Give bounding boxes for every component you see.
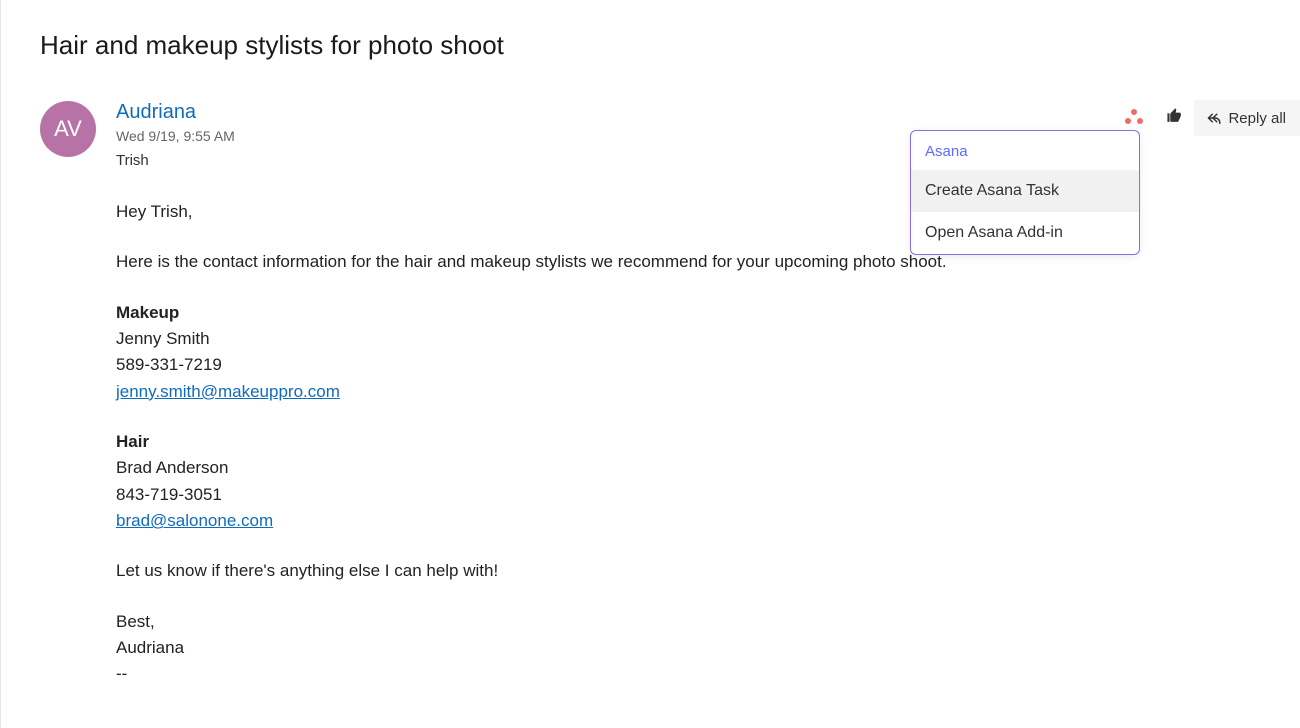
avatar-initials: AV: [54, 116, 82, 142]
like-button[interactable]: [1154, 100, 1194, 136]
hair-name: Brad Anderson: [116, 455, 1260, 481]
hair-phone: 843-719-3051: [116, 482, 1260, 508]
sender-block: Audriana Wed 9/19, 9:55 AM Trish: [116, 101, 235, 169]
create-asana-task-item[interactable]: Create Asana Task: [911, 170, 1139, 212]
asana-dropdown-title: Asana: [911, 131, 1139, 170]
message-actions: Reply all: [1114, 100, 1300, 136]
signature-block: Best, Audriana --: [116, 609, 1260, 688]
asana-dropdown: Asana Create Asana Task Open Asana Add-i…: [910, 130, 1140, 255]
signoff: Best,: [116, 609, 1260, 635]
makeup-phone: 589-331-7219: [116, 352, 1260, 378]
hair-section: Hair Brad Anderson 843-719-3051 brad@sal…: [116, 429, 1260, 534]
sent-date: Wed 9/19, 9:55 AM: [116, 128, 235, 144]
recipient-name: Trish: [116, 152, 235, 169]
makeup-label: Makeup: [116, 300, 1260, 326]
sender-avatar[interactable]: AV: [40, 101, 96, 157]
reply-all-button[interactable]: Reply all: [1194, 100, 1300, 136]
sender-name[interactable]: Audriana: [116, 101, 235, 124]
reply-all-icon: [1204, 109, 1222, 127]
makeup-email-link[interactable]: jenny.smith@makeuppro.com: [116, 382, 340, 401]
signature-sep: --: [116, 661, 1260, 687]
body-closing: Let us know if there's anything else I c…: [116, 558, 1260, 584]
makeup-section: Makeup Jenny Smith 589-331-7219 jenny.sm…: [116, 300, 1260, 405]
thumbs-up-icon: [1166, 107, 1183, 129]
hair-email-link[interactable]: brad@salonone.com: [116, 511, 273, 530]
email-subject: Hair and makeup stylists for photo shoot: [0, 0, 1300, 61]
reply-all-label: Reply all: [1228, 110, 1286, 127]
signature-name: Audriana: [116, 635, 1260, 661]
open-asana-addin-item[interactable]: Open Asana Add-in: [911, 212, 1139, 254]
hair-label: Hair: [116, 429, 1260, 455]
makeup-name: Jenny Smith: [116, 326, 1260, 352]
asana-icon: [1125, 109, 1143, 127]
